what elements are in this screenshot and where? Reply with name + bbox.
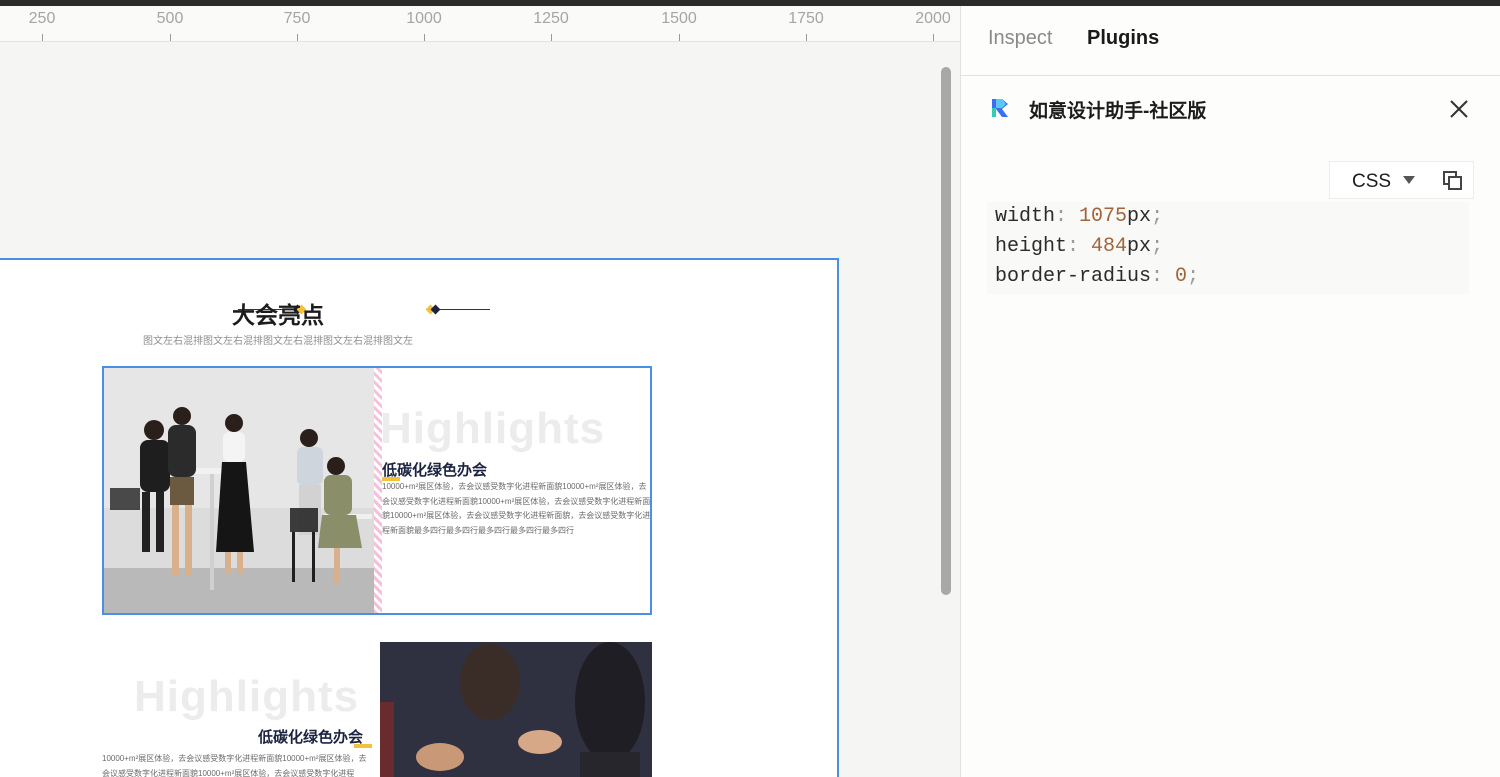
- title-underline: [354, 744, 372, 748]
- css-property: border-radius: [995, 265, 1152, 288]
- tab-inspect[interactable]: Inspect: [988, 27, 1052, 50]
- format-select[interactable]: CSS: [1329, 161, 1474, 199]
- chevron-down-icon: [1403, 176, 1415, 184]
- discussion-photo: [380, 642, 652, 777]
- css-value: 0: [1175, 265, 1188, 288]
- ruler-tick-label: 250: [28, 10, 56, 27]
- ruler-tick-label: 1750: [788, 10, 824, 27]
- ruler-tick-label: 2000: [915, 10, 951, 27]
- css-code-block[interactable]: width: 1075px; height: 484px; border-rad…: [987, 202, 1469, 294]
- css-line: width: 1075px;: [995, 205, 1164, 228]
- design-canvas[interactable]: 250 500 750 1000 1250 1500 1750 2000 大会亮…: [0, 6, 960, 777]
- section-title: 大会亮点: [232, 302, 324, 328]
- plugin-name: 如意设计助手-社区版: [1029, 101, 1207, 122]
- css-property: width: [995, 205, 1056, 228]
- right-panel: Inspect Plugins 如意设计助手-社区版 CSS width: 10…: [960, 6, 1500, 777]
- css-value: 1075: [1079, 205, 1128, 228]
- css-property: height: [995, 235, 1068, 258]
- highlight-card-1[interactable]: Highlights 低碳化绿色办会 10000+m²展区体验，去会议感受数字化…: [102, 366, 652, 615]
- team-meeting-illustration: [104, 368, 374, 613]
- meeting-photo: [104, 368, 374, 613]
- ruler-tick-label: 1500: [661, 10, 697, 27]
- ruler-tick-label: 1250: [533, 10, 569, 27]
- card-body-text: 10000+m²展区体验，去会议感受数字化进程新面貌10000+m²展区体验，去…: [102, 754, 367, 777]
- card-title: 低碳化绿色办会: [258, 729, 364, 746]
- ruler-tick-label: 500: [156, 10, 184, 27]
- copy-icon[interactable]: [1443, 171, 1463, 191]
- horizontal-ruler: 250 500 750 1000 1250 1500 1750 2000: [0, 6, 960, 42]
- css-line: height: 484px;: [995, 235, 1164, 258]
- selected-design-frame[interactable]: 大会亮点 图文左右混排图文左右混排图文左右混排图文左右混排图文左 Highlig…: [0, 258, 839, 777]
- css-unit: px: [1127, 205, 1152, 228]
- ruler-tick-label: 750: [283, 10, 311, 27]
- canvas-scrollbar[interactable]: [941, 67, 951, 595]
- gesture-illustration: [380, 642, 652, 777]
- highlights-watermark: Highlights: [134, 672, 360, 721]
- section-subtitle: 图文左右混排图文左右混排图文左右混排图文左右混排图文左: [143, 336, 413, 347]
- css-line: border-radius: 0;: [995, 265, 1200, 288]
- plugin-logo-icon: [992, 99, 1008, 117]
- card-body-text: 10000+m²展区体验，去会议感受数字化进程新面貌10000+m²展区体验，去…: [382, 482, 651, 535]
- tab-plugins[interactable]: Plugins: [1087, 27, 1159, 50]
- close-icon[interactable]: [1448, 98, 1470, 120]
- css-value: 484: [1091, 235, 1128, 258]
- highlights-watermark: Highlights: [380, 404, 606, 453]
- ruler-tick-label: 1000: [406, 10, 442, 27]
- css-unit: px: [1127, 235, 1152, 258]
- format-select-label: CSS: [1352, 171, 1392, 192]
- title-divider-right: [440, 309, 490, 310]
- panel-tabs: Inspect Plugins: [961, 6, 1500, 76]
